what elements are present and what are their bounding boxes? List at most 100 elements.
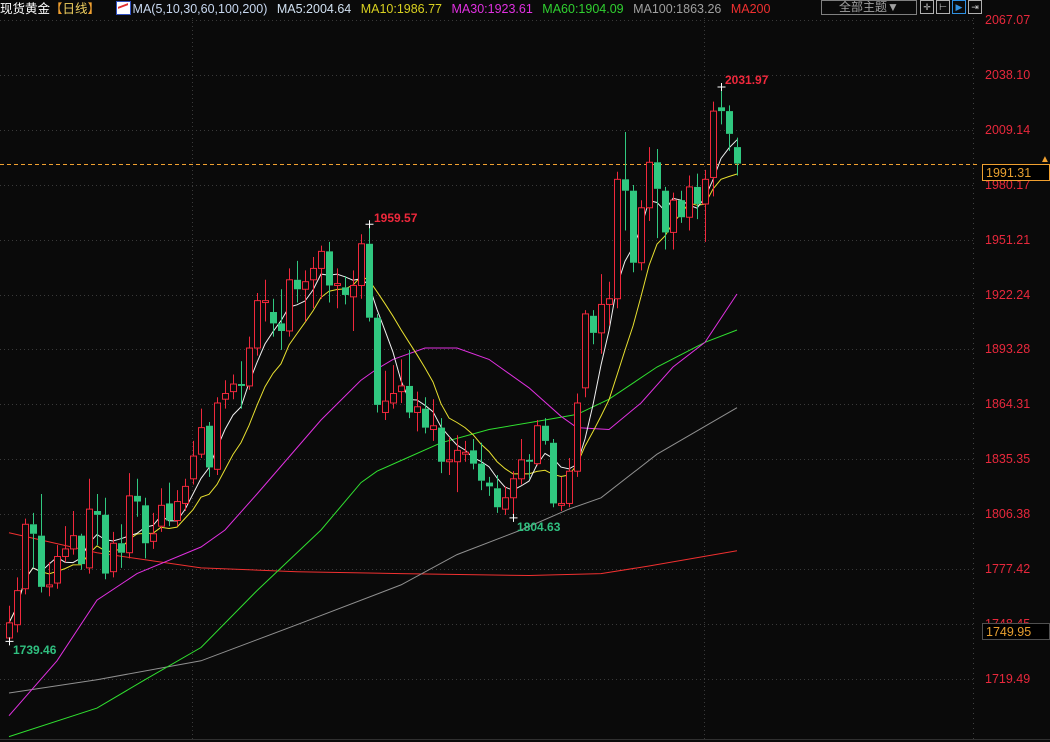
- candle-up: [566, 457, 573, 508]
- candle-body: [246, 347, 253, 387]
- candle-down: [718, 86, 725, 125]
- candle-down: [406, 349, 413, 419]
- candle-body: [94, 511, 101, 515]
- candle-up: [390, 365, 397, 409]
- candle-body: [510, 478, 517, 499]
- price-tick-label: 1777.42: [985, 561, 1031, 576]
- candle-body: [574, 402, 581, 472]
- candle-body: [190, 455, 197, 480]
- candle-down: [118, 524, 125, 568]
- grid-lines: [0, 18, 980, 739]
- candle-body: [414, 406, 421, 413]
- candle-body: [526, 459, 533, 462]
- candle-body: [470, 450, 477, 464]
- candle-up: [558, 476, 565, 512]
- candle-body: [150, 533, 157, 542]
- price-tick-label: 1893.28: [985, 341, 1031, 356]
- candle-body: [206, 425, 213, 468]
- candle-body: [670, 199, 677, 233]
- price-tick-label: 1864.31: [985, 396, 1031, 411]
- candle-body: [358, 243, 365, 286]
- candle-body: [478, 463, 485, 481]
- candle-up: [574, 393, 581, 477]
- candle-down: [694, 173, 701, 220]
- candle-up: [598, 274, 605, 354]
- candle-body: [534, 425, 541, 465]
- candle-down: [622, 131, 629, 231]
- candle-body: [38, 535, 45, 587]
- candle-down: [206, 421, 213, 477]
- candle-body: [454, 449, 461, 463]
- candle-body: [654, 162, 661, 189]
- candle-body: [326, 251, 333, 286]
- candle-up: [358, 234, 365, 299]
- candle-up: [174, 490, 181, 527]
- candle-body: [110, 542, 117, 573]
- candle-up: [702, 169, 709, 242]
- candle-up: [22, 518, 29, 595]
- price-tick-label: 1806.38: [985, 506, 1031, 521]
- candle-up: [6, 605, 13, 641]
- candle-body: [398, 385, 405, 393]
- candle-down: [94, 493, 101, 546]
- candle-down: [438, 418, 445, 474]
- candle-body: [406, 385, 413, 413]
- candle-body: [310, 267, 317, 281]
- candle-body: [14, 590, 21, 626]
- candle-body: [86, 508, 93, 569]
- price-tick-label: 2067.07: [985, 12, 1031, 27]
- candle-body: [718, 107, 725, 112]
- current-price-box: 1991.31: [982, 164, 1050, 181]
- price-tick-label: 1951.21: [985, 232, 1031, 247]
- candle-up: [318, 245, 325, 299]
- candle-body: [166, 503, 173, 521]
- candle-up: [462, 440, 469, 462]
- candle-up: [190, 440, 197, 485]
- candle-up: [54, 545, 61, 589]
- candle-up: [430, 399, 437, 441]
- candle-body: [302, 281, 309, 290]
- candle-up: [254, 293, 261, 356]
- candle-up: [302, 270, 309, 322]
- candle-body: [78, 535, 85, 565]
- candle-body: [646, 161, 653, 209]
- candle-body: [662, 190, 669, 233]
- marker-price-box: 1749.95: [982, 623, 1050, 640]
- candle-body: [102, 514, 109, 574]
- candle-down: [630, 185, 637, 273]
- candle-down: [294, 260, 301, 303]
- candle-down: [134, 478, 141, 517]
- candle-down: [486, 476, 493, 496]
- candle-body: [46, 584, 53, 588]
- candle-body: [214, 402, 221, 470]
- candle-body: [270, 312, 277, 324]
- candle-body: [342, 287, 349, 295]
- low-label-1739: 1739.46: [13, 643, 57, 657]
- low-label-1804: 1804.63: [517, 520, 561, 534]
- high-label-1959: 1959.57: [374, 211, 418, 225]
- candle-up: [246, 336, 253, 390]
- candle-body: [30, 524, 37, 534]
- high-label-2031: 2031.97: [725, 73, 769, 87]
- price-tick-label: 1835.35: [985, 451, 1031, 466]
- candle-up: [502, 486, 509, 515]
- candle-up: [582, 310, 589, 398]
- candle-down: [38, 493, 45, 593]
- candle-down: [30, 512, 37, 568]
- candle-body: [598, 303, 605, 334]
- moving-average-lines: [8, 139, 738, 738]
- candle-body: [294, 279, 301, 290]
- candle-up: [198, 408, 205, 458]
- candle-down: [142, 497, 149, 559]
- candle-down: [326, 241, 333, 303]
- candle-up: [158, 488, 165, 532]
- candle-up: [646, 147, 653, 222]
- candle-body: [142, 505, 149, 544]
- candle-body: [54, 556, 61, 584]
- candlestick-chart[interactable]: [0, 0, 1050, 742]
- candle-body: [614, 178, 621, 300]
- candle-down: [662, 186, 669, 250]
- candle-body: [174, 501, 181, 521]
- ma30-line: [8, 293, 738, 717]
- candle-body: [318, 250, 325, 269]
